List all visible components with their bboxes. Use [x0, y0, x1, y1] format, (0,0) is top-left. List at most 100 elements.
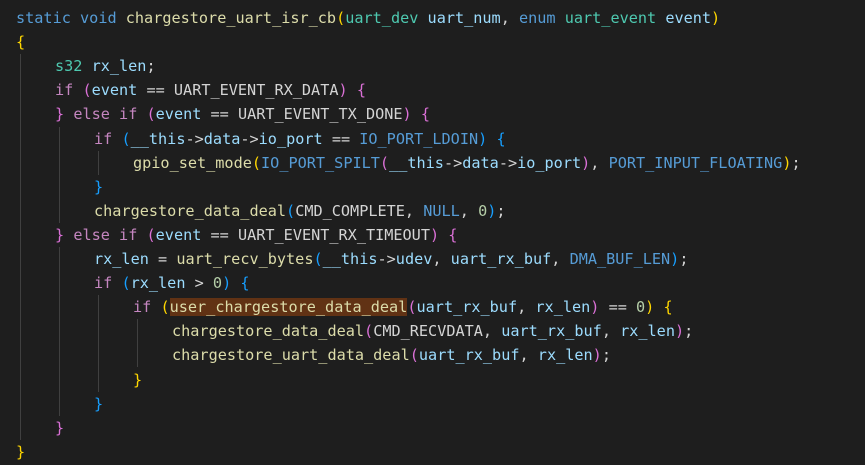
- code-token: chargestore_data_deal: [94, 201, 287, 220]
- code-token: uart_event: [564, 9, 657, 27]
- code-token: ->: [377, 250, 396, 268]
- code-token: 0: [636, 298, 646, 317]
- code-token: __this: [389, 153, 444, 172]
- code-token: uart_rx_buf: [418, 346, 520, 365]
- code-token: }: [55, 225, 65, 244]
- code-token: chargestore_data_deal: [172, 322, 365, 341]
- indent-guide: [137, 319, 138, 368]
- code-line[interactable]: {: [16, 30, 25, 54]
- code-token: ): [645, 298, 655, 317]
- code-line[interactable]: if (__this->data->io_port == IO_PORT_LDO…: [94, 127, 506, 151]
- indent-guide: [98, 295, 99, 392]
- indent-guide: [59, 247, 60, 416]
- code-token: >: [185, 274, 213, 293]
- code-token: CMD_COMPLETE: [295, 201, 405, 220]
- code-token: chargestore_uart_data_deal: [172, 346, 410, 365]
- code-token: uart_rx_buf: [416, 298, 518, 317]
- code-token: uart_rx_buf: [501, 322, 602, 341]
- code-token: ;: [496, 201, 506, 220]
- code-token: rx_len: [91, 57, 147, 76]
- code-token: ->: [185, 129, 204, 148]
- code-token: (: [286, 201, 296, 220]
- code-token: CMD_RECVDATA: [373, 322, 483, 341]
- code-token: void: [80, 9, 117, 27]
- code-token: 0: [478, 201, 488, 220]
- code-token: ,: [551, 250, 570, 268]
- code-token: rx_len: [620, 322, 675, 341]
- code-line[interactable]: rx_len = uart_recv_bytes(__this->udev, u…: [94, 247, 688, 271]
- code-token: (: [121, 129, 131, 148]
- code-line[interactable]: }: [55, 416, 64, 440]
- code-token: (: [121, 274, 131, 293]
- code-token: s32: [55, 57, 83, 76]
- code-token: (: [407, 298, 417, 317]
- code-line[interactable]: chargestore_data_deal(CMD_RECVDATA, uart…: [172, 319, 693, 343]
- code-line[interactable]: chargestore_uart_data_deal(uart_rx_buf, …: [172, 343, 611, 367]
- code-token: UART_EVENT_TX_DONE: [237, 105, 403, 124]
- code-token: ==: [137, 81, 174, 100]
- code-line[interactable]: gpio_set_mode(IO_PORT_SPILT(__this->data…: [133, 151, 801, 175]
- code-token: {: [663, 298, 673, 317]
- code-token: rx_len: [94, 250, 149, 268]
- code-token: (: [82, 81, 92, 100]
- code-token: {: [356, 81, 366, 100]
- code-line[interactable]: }: [133, 368, 142, 392]
- code-token: rx_len: [535, 298, 591, 317]
- code-line[interactable]: static void chargestore_uart_isr_cb(uart…: [16, 6, 720, 30]
- code-token: IO_PORT_LDOIN: [359, 129, 479, 148]
- code-token: if: [94, 129, 113, 148]
- code-token: ->: [498, 153, 518, 172]
- indent-guide: [20, 54, 21, 440]
- code-token: ;: [601, 346, 611, 365]
- code-token: else: [73, 105, 110, 124]
- code-token: if: [119, 105, 138, 124]
- code-token: (: [379, 153, 390, 172]
- code-line[interactable]: if (event == UART_EVENT_RX_DATA) {: [55, 78, 366, 102]
- code-line[interactable]: } else if (event == UART_EVENT_RX_TIMEOU…: [55, 223, 457, 247]
- code-token: {: [16, 33, 26, 52]
- indent-guide: [98, 150, 99, 175]
- code-line[interactable]: }: [94, 392, 103, 416]
- code-token: ==: [201, 225, 238, 244]
- code-token: =: [148, 250, 177, 268]
- code-editor[interactable]: static void chargestore_uart_isr_cb(uart…: [0, 0, 865, 465]
- code-token: (: [409, 346, 419, 365]
- code-token: rx_len: [537, 346, 593, 365]
- code-line[interactable]: s32 rx_len;: [55, 54, 156, 78]
- code-token: DMA_BUF_LEN: [569, 250, 671, 268]
- code-token: ): [402, 105, 412, 124]
- code-token: UART_EVENT_RX_TIMEOUT: [237, 225, 430, 244]
- code-token: (: [251, 153, 262, 172]
- code-line[interactable]: }: [16, 440, 25, 464]
- code-token: (: [146, 105, 156, 124]
- highlighted-token: user_chargestore_data_deal: [169, 298, 408, 317]
- code-token: ,: [500, 9, 519, 27]
- code-line[interactable]: if (user_chargestore_data_deal(uart_rx_b…: [133, 295, 673, 319]
- code-token: gpio_set_mode: [133, 153, 252, 172]
- code-token: }: [133, 370, 143, 389]
- code-token: if: [119, 225, 138, 244]
- code-token: ): [338, 81, 348, 100]
- code-line[interactable]: if (rx_len > 0) {: [94, 271, 250, 295]
- code-token: }: [55, 105, 65, 124]
- code-token: }: [16, 442, 26, 461]
- code-token: io_port: [258, 129, 323, 148]
- code-token: enum: [519, 9, 556, 27]
- code-token: event: [665, 9, 712, 27]
- code-token: }: [94, 394, 104, 413]
- code-line[interactable]: } else if (event == UART_EVENT_TX_DONE) …: [55, 102, 430, 126]
- code-line[interactable]: chargestore_data_deal(CMD_COMPLETE, NULL…: [94, 199, 506, 223]
- code-token: else: [73, 225, 110, 244]
- code-token: ): [670, 250, 680, 268]
- code-line[interactable]: }: [94, 175, 103, 199]
- code-token: ;: [679, 250, 689, 268]
- code-token: ==: [201, 105, 238, 124]
